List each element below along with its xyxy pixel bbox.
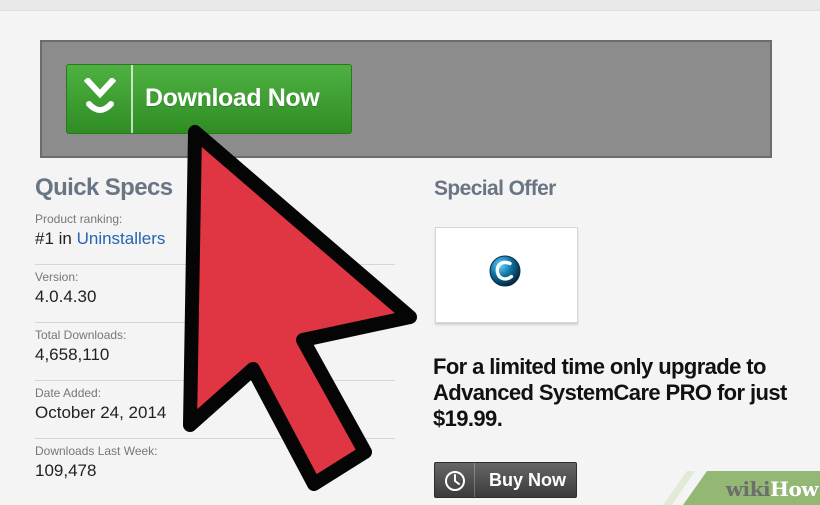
downloads-last-week-value: 109,478 — [35, 461, 97, 480]
spec-divider — [35, 380, 395, 381]
download-chevron-icon — [67, 65, 133, 133]
downloads-last-week-label: Downloads Last Week: — [35, 444, 158, 458]
ranking-prefix: #1 in — [35, 229, 77, 248]
date-added-spec: Date Added: October 24, 2014 — [35, 386, 395, 439]
advanced-systemcare-logo-icon — [489, 255, 521, 287]
product-ranking-spec: Product ranking: #1 in Uninstallers — [35, 212, 395, 265]
date-added-value: October 24, 2014 — [35, 403, 167, 422]
spec-divider — [35, 438, 395, 439]
top-fade — [0, 0, 820, 11]
special-offer-text: For a limited time only upgrade to Advan… — [433, 354, 787, 431]
buy-now-button[interactable]: Buy Now — [434, 462, 577, 498]
buy-now-label: Buy Now — [489, 470, 567, 490]
wikihow-how-text: How — [770, 477, 818, 501]
downloads-last-week-spec: Downloads Last Week: 109,478 — [35, 444, 395, 496]
download-page: Download Now Quick Specs Product ranking… — [0, 0, 820, 505]
download-now-label: Download Now — [145, 84, 320, 112]
special-offer-image-link[interactable] — [435, 227, 578, 323]
total-downloads-value: 4,658,110 — [35, 345, 110, 364]
uninstallers-link[interactable]: Uninstallers — [77, 229, 166, 248]
quick-specs-title: Quick Specs — [35, 174, 173, 201]
wikihow-watermark: wikiHow — [663, 471, 820, 505]
product-ranking-label: Product ranking: — [35, 212, 123, 226]
total-downloads-spec: Total Downloads: 4,658,110 — [35, 328, 395, 381]
clock-icon — [435, 463, 475, 497]
wikihow-logo-text: wikiHow — [725, 477, 819, 501]
total-downloads-label: Total Downloads: — [35, 328, 127, 342]
product-ranking-value: #1 in Uninstallers — [35, 229, 165, 249]
version-label: Version: — [35, 270, 79, 284]
download-now-button[interactable]: Download Now — [66, 64, 352, 134]
spec-divider — [35, 322, 395, 323]
wikihow-wiki-text: wiki — [725, 477, 771, 501]
spec-divider — [35, 264, 395, 265]
version-spec: Version: 4.0.4.30 — [35, 270, 395, 323]
version-value: 4.0.4.30 — [35, 287, 97, 306]
date-added-label: Date Added: — [35, 386, 102, 400]
special-offer-title: Special Offer — [434, 177, 556, 200]
